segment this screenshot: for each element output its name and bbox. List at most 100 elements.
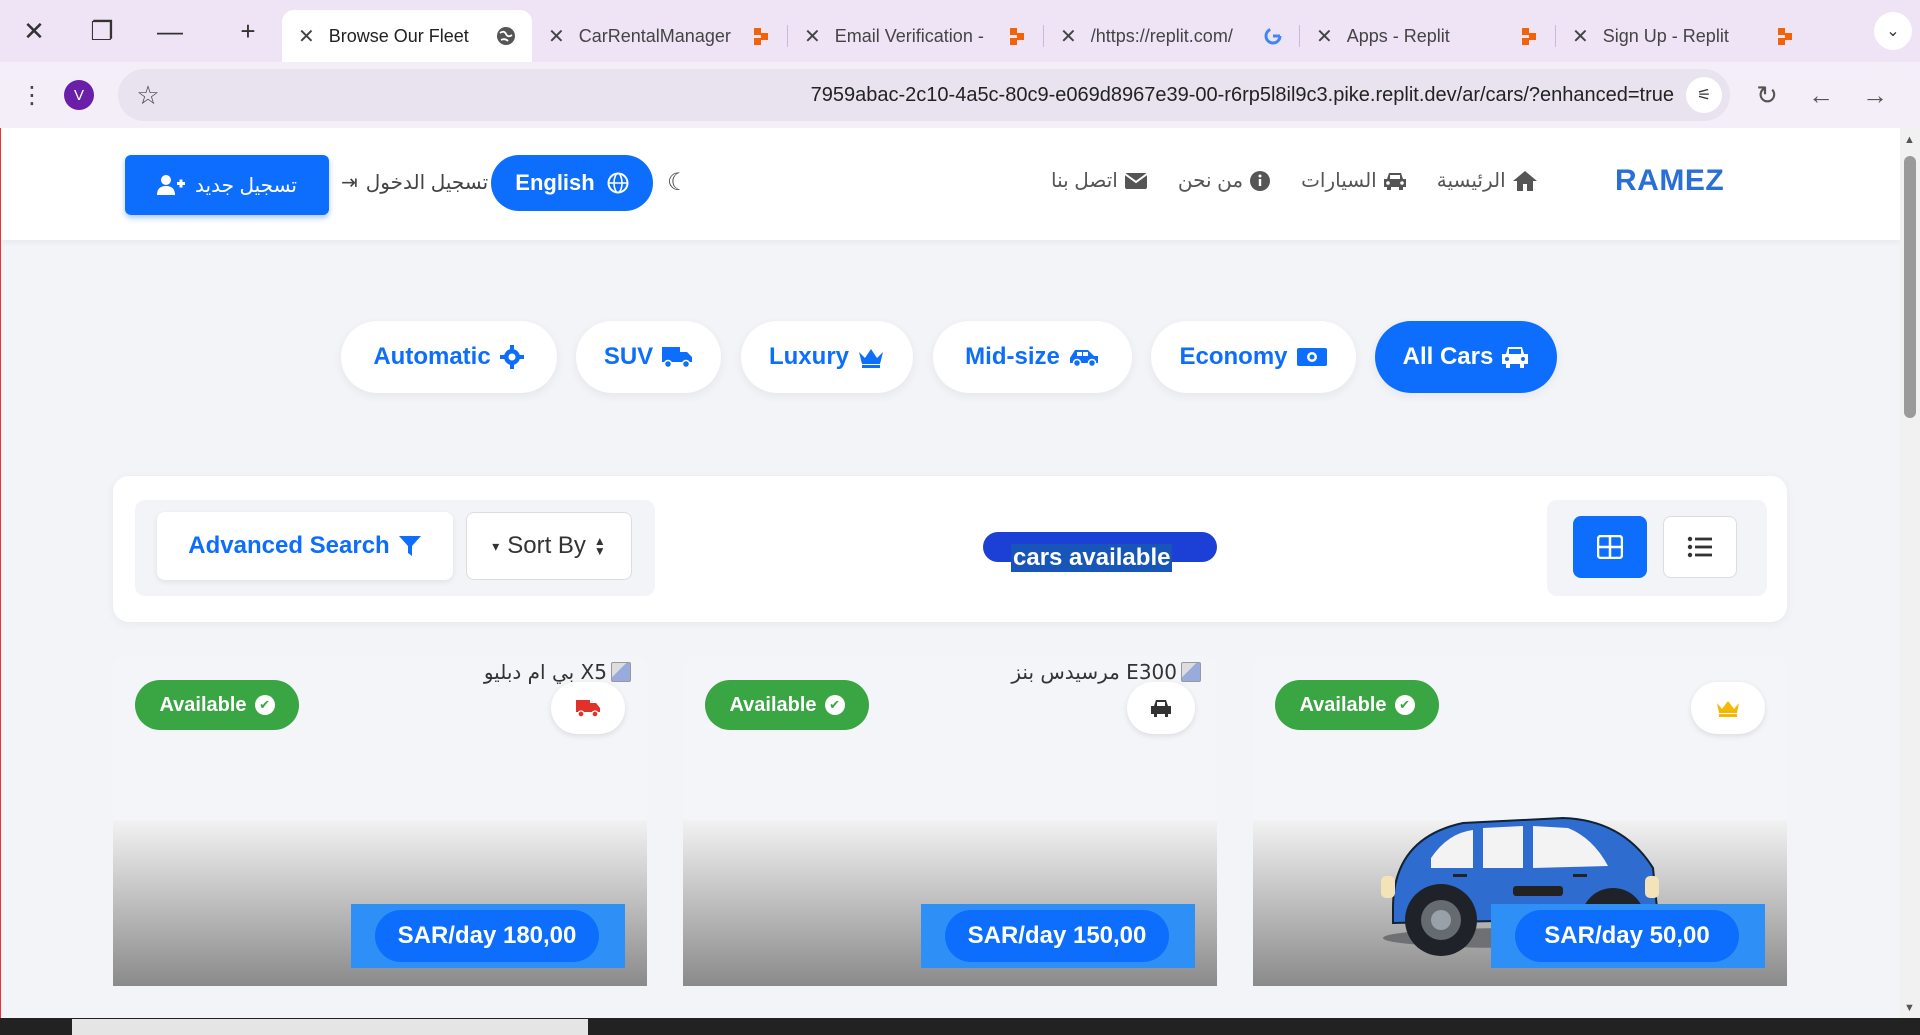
replit-icon	[1775, 26, 1795, 46]
new-tab-icon[interactable]: +	[214, 0, 282, 62]
money-icon	[1296, 348, 1327, 366]
status-text: Available	[729, 693, 817, 716]
sort-by-dropdown[interactable]: ▾ Sort By ▲ ▼	[466, 512, 632, 580]
close-tab-icon[interactable]: ✕	[1572, 24, 1589, 49]
status-badge: Available ✔	[135, 680, 299, 730]
register-button[interactable]: تسجيل جديد	[125, 155, 329, 215]
check-circle-icon: ✔	[1394, 695, 1415, 715]
check-circle-icon: ✔	[824, 695, 845, 715]
login-link[interactable]: ⇥ تسجيل الدخول	[341, 170, 488, 195]
nav-about[interactable]: من نحن	[1178, 168, 1271, 193]
category-automatic[interactable]: Automatic	[341, 321, 557, 393]
price-box: SAR/day 180,00	[351, 904, 625, 968]
category-luxury[interactable]: Luxury	[741, 321, 913, 393]
forward-arrow-icon[interactable]: →	[1848, 80, 1902, 111]
globe-icon	[497, 27, 515, 45]
category-label: All Cars	[1402, 343, 1494, 370]
close-window-icon[interactable]: ✕	[0, 0, 68, 62]
truck-icon	[662, 347, 693, 369]
tab-carrentalmanager[interactable]: ✕ CarRentalManager	[532, 11, 787, 61]
car-card[interactable]: مرسيدس بنز E300 Available ✔ SAR/day 150,…	[683, 656, 1217, 986]
truck-icon	[576, 700, 600, 718]
close-tab-icon[interactable]: ✕	[1060, 24, 1077, 49]
gear-icon	[499, 345, 524, 369]
close-tab-icon[interactable]: ✕	[1316, 24, 1333, 49]
list-view-button[interactable]	[1663, 516, 1737, 578]
scrollbar-thumb[interactable]	[1904, 156, 1916, 418]
menu-kebab-icon[interactable]: ⋮	[0, 81, 64, 110]
broken-image-icon	[1181, 662, 1201, 682]
sign-in-icon: ⇥	[341, 172, 358, 194]
vertical-scrollbar[interactable]: ▲ ▼	[1900, 128, 1920, 1018]
car-image-alt-text: بي ام دبليو X5	[483, 660, 607, 684]
price-tag: SAR/day 180,00	[375, 910, 599, 962]
advanced-search-button[interactable]: Advanced Search	[157, 512, 453, 580]
browser-window: ✕ ❐ — + ✕ Browse Our Fleet ✕ CarRentalMa…	[0, 0, 1920, 1035]
status-badge: Available ✔	[1275, 680, 1439, 730]
scroll-down-arrow-icon[interactable]: ▼	[1904, 1002, 1915, 1014]
tab-signup-replit[interactable]: ✕ Sign Up - Replit	[1556, 11, 1811, 61]
car-icon	[1502, 347, 1529, 368]
tab-browse-fleet[interactable]: ✕ Browse Our Fleet	[282, 10, 532, 62]
url-text[interactable]: 7959abac-2c10-4a5c-80c9-e069d8967e39-00-…	[811, 84, 1674, 107]
bookmark-star-icon[interactable]: ☆	[118, 80, 178, 111]
category-economy[interactable]: Economy	[1151, 321, 1356, 393]
nav-contact[interactable]: اتصل بنا	[1051, 168, 1148, 193]
cars-available-badge: cars available	[983, 532, 1217, 572]
search-panel: Advanced Search ▾ Sort By ▲ ▼ cars availa…	[113, 476, 1787, 622]
close-tab-icon[interactable]: ✕	[804, 24, 821, 49]
horizontal-scrollbar[interactable]	[72, 1019, 588, 1035]
price-tag: SAR/day 150,00	[945, 910, 1169, 962]
broken-image-icon	[611, 662, 631, 682]
tab-apps-replit[interactable]: ✕ Apps - Replit	[1300, 11, 1555, 61]
car-type-button[interactable]	[1127, 682, 1195, 734]
filter-icon	[398, 536, 421, 556]
category-mid-size[interactable]: Mid-size	[933, 321, 1132, 393]
car-card[interactable]: بي ام دبليو X5 Available ✔ SAR/day 180,0…	[113, 656, 647, 986]
nav-cars[interactable]: السيارات	[1301, 168, 1407, 193]
google-icon	[1264, 27, 1282, 45]
status-text: Available	[159, 693, 247, 716]
car-card[interactable]: Available ✔ SAR/day 50,00	[1253, 656, 1787, 986]
tab-email-verification[interactable]: ✕ Email Verification -	[788, 11, 1043, 61]
close-tab-icon[interactable]: ✕	[548, 24, 565, 49]
restore-window-icon[interactable]: ❐	[68, 0, 136, 62]
tab-replit-url[interactable]: ✕ /https://replit.com/	[1044, 11, 1299, 61]
category-label: Luxury	[768, 343, 849, 370]
car-type-button[interactable]	[1691, 682, 1765, 734]
login-label: تسجيل الدخول	[365, 172, 489, 194]
category-suv[interactable]: SUV	[576, 321, 721, 393]
car-side-icon	[1069, 350, 1098, 368]
main-nav: اتصل بنا من نحن السيارات الرئيسية	[1051, 168, 1538, 193]
dark-mode-moon-icon[interactable]: ☾	[667, 168, 689, 197]
tab-search-chevron-icon[interactable]: ⌄	[1874, 12, 1912, 50]
tab-title: /https://replit.com/	[1090, 25, 1233, 46]
brand-logo[interactable]: RAMEZ	[1615, 164, 1724, 198]
caret-down-icon: ▾	[492, 537, 500, 554]
language-label: English	[515, 170, 595, 195]
replit-icon	[751, 26, 771, 46]
reload-icon[interactable]: ↻	[1740, 80, 1794, 111]
site-header: تسجيل جديد ⇥ تسجيل الدخول English ☾ اتصل…	[1, 128, 1900, 240]
tab-title: Email Verification -	[834, 25, 984, 46]
language-toggle-button[interactable]: English	[491, 155, 653, 211]
info-circle-icon	[1250, 170, 1271, 191]
browser-toolbar: ⋮ V ☆ 7959abac-2c10-4a5c-80c9-e069d8967e…	[0, 62, 1920, 128]
grid-view-button[interactable]	[1573, 516, 1647, 578]
list-icon	[1687, 536, 1712, 558]
category-all-cars[interactable]: All Cars	[1375, 321, 1557, 393]
profile-avatar[interactable]: V	[64, 80, 94, 110]
address-bar[interactable]: ☆ 7959abac-2c10-4a5c-80c9-e069d8967e39-0…	[118, 69, 1730, 121]
back-arrow-icon[interactable]: ←	[1794, 80, 1848, 111]
scroll-up-arrow-icon[interactable]: ▲	[1904, 134, 1915, 146]
page-viewport: تسجيل جديد ⇥ تسجيل الدخول English ☾ اتصل…	[0, 128, 1900, 1018]
close-tab-icon[interactable]: ✕	[298, 24, 315, 49]
car-type-button[interactable]	[551, 682, 625, 734]
minimize-window-icon[interactable]: —	[136, 0, 204, 62]
site-settings-icon[interactable]: ⚟	[1686, 77, 1722, 113]
advanced-search-label: Advanced Search	[188, 532, 390, 559]
price-box: SAR/day 50,00	[1491, 904, 1765, 968]
check-circle-icon: ✔	[254, 695, 275, 715]
nav-home[interactable]: الرئيسية	[1437, 168, 1538, 193]
category-label: Automatic	[373, 343, 491, 370]
